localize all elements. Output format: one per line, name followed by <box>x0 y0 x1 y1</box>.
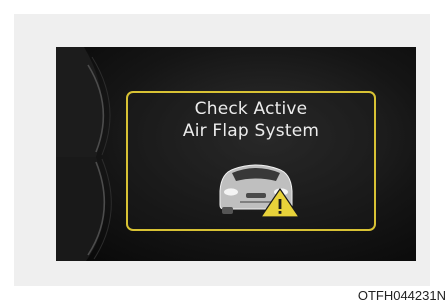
warning-title-line-1: Check Active <box>194 99 308 119</box>
warning-message-box: Check Active Air Flap System <box>126 91 376 231</box>
image-reference-code: OTFH044231N <box>357 288 446 303</box>
warning-title-line-2: Air Flap System <box>182 121 320 141</box>
car-with-warning-graphic <box>219 164 300 218</box>
